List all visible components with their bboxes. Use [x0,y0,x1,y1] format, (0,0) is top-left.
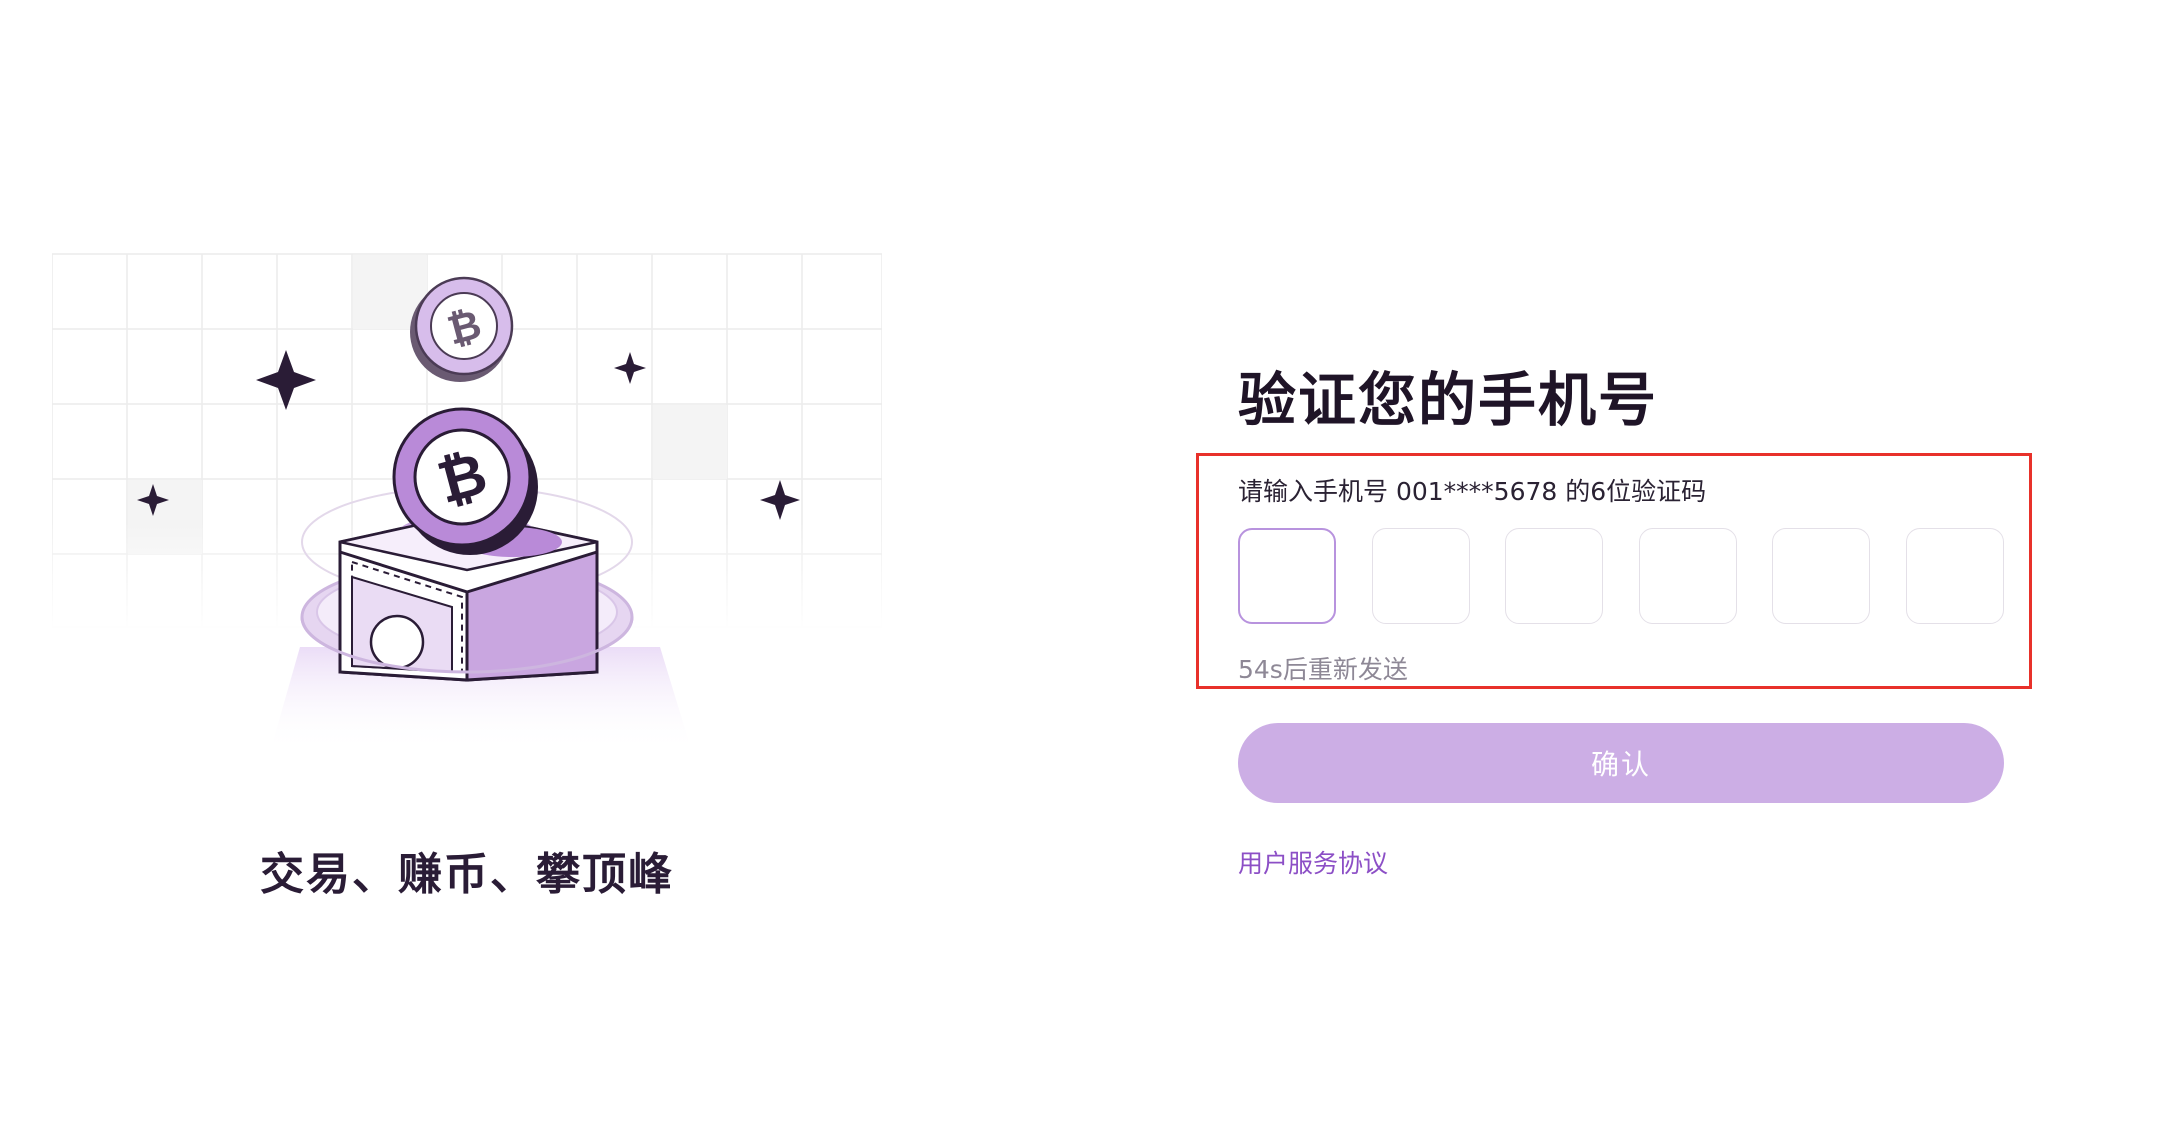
page-title: 验证您的手机号 [1238,366,1659,434]
phone-verification-form: 验证您的手机号 请输入手机号 001****5678 的6位验证码 54s后重新… [1196,360,2032,878]
sparkle-icon [760,480,800,520]
otp-digit-4[interactable] [1638,528,1737,624]
otp-digit-1[interactable] [1238,528,1336,624]
resend-countdown: 54s后重新发送 [1238,655,1408,684]
otp-digit-3[interactable] [1505,528,1604,624]
otp-digit-5[interactable] [1772,528,1871,624]
sparkle-icon [614,352,646,384]
sparkle-icon [256,350,316,410]
otp-digit-6[interactable] [1905,528,2004,624]
confirm-button[interactable]: 确认 [1238,723,2004,803]
promo-tagline: 交易、赚币、攀顶峰 [260,849,674,900]
crypto-vault-illustration: ₿ ₿ [52,253,882,752]
user-agreement-link[interactable]: 用户服务协议 [1238,844,1388,880]
otp-digit-2[interactable] [1371,528,1470,624]
instruction-text: 请输入手机号 001****5678 的6位验证码 [1238,477,1707,506]
page: ₿ ₿ 交易、赚币、攀顶峰 验证您的手机号 请输入手机号 001****5678… [0,0,2184,1148]
promo-illustration: ₿ ₿ [52,252,882,772]
otp-input-group [1238,528,2004,624]
